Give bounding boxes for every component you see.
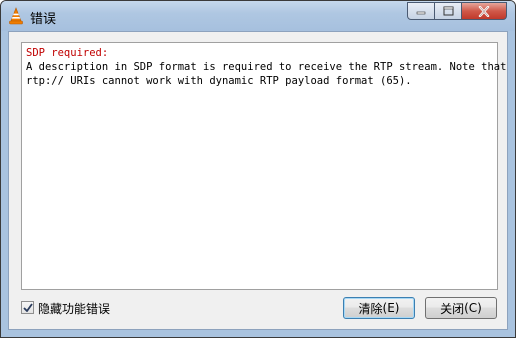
error-dialog-window: 错误 SDP required: A description in SDP fo… xyxy=(0,0,516,338)
clear-button-shortcut: (E) xyxy=(382,301,400,315)
close-window-button[interactable] xyxy=(461,2,507,20)
error-message-line: A description in SDP format is required … xyxy=(26,61,507,73)
close-button-label: 关闭 xyxy=(440,301,465,316)
dialog-body: SDP required: A description in SDP forma… xyxy=(8,31,508,330)
hide-errors-checkbox[interactable] xyxy=(21,301,34,314)
minimize-button[interactable] xyxy=(407,2,435,20)
close-icon xyxy=(478,5,490,17)
maximize-icon xyxy=(443,6,453,16)
close-button-shortcut: (C) xyxy=(464,301,482,315)
close-button[interactable]: 关闭 (C) xyxy=(425,297,497,319)
window-title: 错误 xyxy=(30,12,57,27)
minimize-icon xyxy=(416,11,426,15)
checkmark-icon xyxy=(22,303,33,312)
clear-button[interactable]: 清除 (E) xyxy=(343,297,415,319)
error-message-line: rtp:// URIs cannot work with dynamic RTP… xyxy=(26,75,412,87)
error-heading: SDP required: xyxy=(26,47,109,59)
error-message-box[interactable]: SDP required: A description in SDP forma… xyxy=(21,42,506,290)
vlc-cone-icon xyxy=(9,7,23,25)
clear-button-label: 清除 xyxy=(358,301,383,316)
maximize-button[interactable] xyxy=(434,2,462,20)
hide-errors-label[interactable]: 隐藏功能错误 xyxy=(38,300,110,317)
title-bar[interactable]: 错误 xyxy=(1,1,515,31)
